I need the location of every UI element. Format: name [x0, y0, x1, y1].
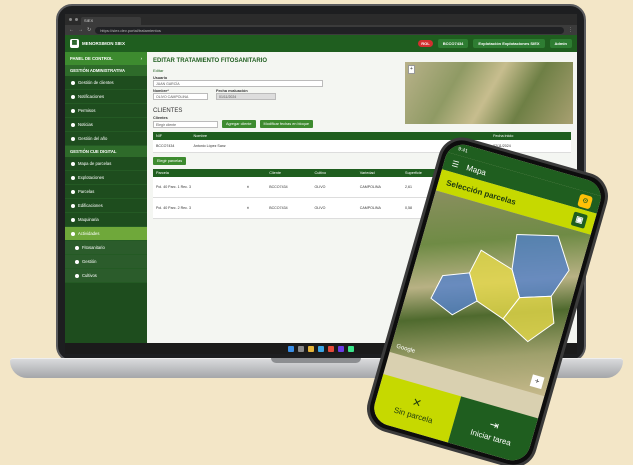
column-header: Fecha inicio — [493, 134, 514, 138]
sidebar-panel[interactable]: PANEL DE CONTROL › — [65, 52, 147, 65]
clients-table-header: NIF Nombre Fecha inicio — [153, 132, 571, 140]
date-field[interactable]: 01/11/2024 — [216, 93, 276, 100]
column-header: Variedad — [359, 171, 375, 175]
table-cell: Pol. 40 Parc. 2 Rec. 3 — [156, 206, 191, 210]
company-button[interactable]: BCCO7434 — [437, 39, 469, 48]
users-icon — [71, 80, 75, 85]
column-header: NIF — [156, 134, 163, 138]
hamburger-icon[interactable]: ☰ — [451, 159, 460, 170]
menu-icon[interactable]: ⋮ — [568, 27, 573, 33]
crossed-tools-icon: ✕ — [410, 396, 423, 411]
browser-tabbar: SIEX — [65, 14, 577, 25]
column-header: Cultivo — [314, 171, 327, 175]
sidebar-item-edificaciones[interactable]: Edificaciones — [65, 199, 147, 213]
table-cell: CAMPOLINA — [359, 185, 381, 189]
sidebar-item-explotaciones[interactable]: Explotaciones — [65, 171, 147, 185]
app-logo: ▦ — [70, 39, 79, 48]
farm-icon — [71, 175, 75, 180]
table-cell: CAMPOLINA — [359, 206, 381, 210]
crossed-tools-icon[interactable]: ✕ — [247, 185, 270, 189]
table-cell: BCCO7434 — [269, 206, 288, 210]
enter-icon: ⇥ — [487, 418, 501, 433]
layers-icon[interactable]: ▣ — [570, 211, 588, 229]
building-icon — [71, 203, 75, 208]
table-cell[interactable]: 02/11/2024 — [493, 144, 568, 148]
sidebar-section-digital: GESTIÓN CUE DIGITAL — [65, 146, 147, 157]
sidebar-item-mapa[interactable]: Mapa de parcelas — [65, 157, 147, 171]
app-icon[interactable] — [338, 345, 344, 352]
phone-title: Mapa — [465, 162, 488, 177]
app-header: ▦ MENORSIMON SIEX ROL BCCO7434 Explotaci… — [65, 35, 577, 52]
table-cell: Pol. 40 Parc. 1 Rec. 3 — [156, 185, 191, 189]
sidebar-item-anio[interactable]: Gestión del año — [65, 132, 147, 146]
sidebar-item-gestion[interactable]: Gestión — [65, 255, 147, 269]
leaf-icon — [75, 273, 79, 278]
megaphone-icon — [71, 122, 75, 127]
sidebar-item-clientes[interactable]: Gestión de clientes — [65, 76, 147, 90]
laptop-notch — [271, 358, 361, 363]
windows-icon[interactable] — [288, 345, 294, 352]
table-cell: BCCO7434 — [156, 144, 175, 148]
app-icon[interactable] — [348, 345, 354, 352]
column-header — [247, 171, 270, 175]
sidebar-item-actividades[interactable]: Actividades — [65, 227, 147, 241]
back-icon[interactable]: ← — [69, 27, 74, 33]
sidebar-item-noticias[interactable]: Noticias — [65, 118, 147, 132]
sidebar: PANEL DE CONTROL › GESTIÓN ADMINISTRATIVA… — [65, 52, 147, 354]
add-client-button[interactable]: Agregar cliente — [222, 120, 256, 128]
map-icon — [71, 161, 75, 166]
window-dot — [75, 18, 78, 21]
table-cell: Antonio López Sanz — [193, 144, 226, 148]
tractor-icon — [71, 217, 75, 222]
no-parcel-button[interactable]: ✕ Sin parcela — [370, 374, 461, 443]
browser-addressbar: ← → ↻ https://siex.dev.portal/tratamient… — [65, 25, 577, 35]
forward-icon[interactable]: → — [78, 27, 83, 33]
chevron-right-icon: › — [140, 56, 142, 61]
settings-icon[interactable]: ⚙ — [577, 192, 594, 210]
client-select[interactable]: Elegir cliente — [153, 120, 218, 128]
column-header: Parcela — [156, 171, 169, 175]
browser-icon[interactable] — [318, 345, 324, 352]
mini-map[interactable]: + — [405, 62, 573, 124]
sidebar-section-admin: GESTIÓN ADMINISTRATIVA — [65, 65, 147, 76]
start-task-button[interactable]: ⇥ Iniciar tarea — [447, 396, 539, 465]
bell-icon — [71, 94, 75, 99]
url-input[interactable]: https://siex.dev.portal/tratamientos — [95, 26, 564, 34]
column-header — [343, 134, 493, 138]
crossed-tools-icon[interactable]: ✕ — [247, 206, 270, 210]
sidebar-item-maquinaria[interactable]: Maquinaria — [65, 213, 147, 227]
sidebar-item-fitosanitario[interactable]: Fitosanitario — [65, 241, 147, 255]
browser-tab[interactable]: SIEX — [81, 17, 141, 25]
app-title: MENORSIMON SIEX — [82, 41, 126, 46]
column-header: Cliente — [269, 171, 282, 175]
table-cell: BCCO7434 — [269, 185, 288, 189]
column-header: Nombre — [193, 134, 207, 138]
name-field[interactable]: OLIVO CAMPOLINA — [153, 93, 208, 100]
explotacion-button[interactable]: Explotación Explotaciones SIEX — [473, 39, 545, 48]
app-icon[interactable] — [328, 345, 334, 352]
modify-dates-button[interactable]: Modificar fechas en bloque — [259, 120, 313, 128]
zoom-in-icon[interactable]: + — [408, 65, 415, 74]
gear-icon — [75, 259, 79, 264]
user-button[interactable]: Admin — [549, 39, 572, 48]
window-dot — [69, 18, 72, 21]
parcel-icon — [71, 189, 75, 194]
user-field[interactable]: JUAN GARCÍA — [153, 80, 323, 87]
key-icon — [71, 108, 75, 113]
calendar-icon — [71, 136, 75, 141]
search-icon[interactable] — [298, 345, 304, 352]
activity-icon — [71, 231, 75, 236]
table-cell: OLIVO — [314, 206, 326, 210]
alert-badge[interactable]: ROL — [418, 40, 433, 47]
sidebar-item-parcelas[interactable]: Parcelas — [65, 185, 147, 199]
folder-icon[interactable] — [308, 345, 314, 352]
sidebar-item-permisos[interactable]: Permisos — [65, 104, 147, 118]
spray-icon — [75, 245, 79, 250]
table-cell: OLIVO — [314, 185, 326, 189]
choose-parcels-button[interactable]: Elegir parcelas — [153, 157, 187, 165]
sidebar-item-notificaciones[interactable]: Notificaciones — [65, 90, 147, 104]
sidebar-item-cultivos[interactable]: Cultivos — [65, 269, 147, 283]
reload-icon[interactable]: ↻ — [87, 27, 91, 33]
